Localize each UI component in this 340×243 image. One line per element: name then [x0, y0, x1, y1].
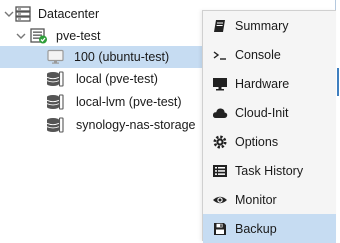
menu-item-backup[interactable]: Backup [203, 214, 336, 243]
tree-item-node[interactable]: pve-test [0, 25, 208, 47]
floppy-disk-icon [212, 221, 228, 237]
panel-edge-marker [337, 68, 339, 96]
menu-label: Summary [235, 18, 289, 33]
tree-label-storage: local-lvm (pve-test) [76, 95, 182, 109]
desktop-icon [212, 76, 228, 92]
node-online-icon [30, 28, 48, 44]
storage-icon [46, 117, 64, 133]
tree-item-storage[interactable]: synology-nas-storage [0, 114, 208, 136]
storage-icon [46, 94, 64, 110]
tree-label-node: pve-test [56, 29, 101, 43]
menu-label: Task History [235, 163, 304, 178]
menu-item-hardware[interactable]: Hardware [203, 69, 336, 98]
tree-label-vm: 100 (ubuntu-test) [74, 50, 170, 64]
tree-item-vm[interactable]: 100 (ubuntu-test) [0, 46, 208, 68]
menu-item-summary[interactable]: Summary [203, 11, 336, 40]
menu-label: Console [235, 47, 281, 62]
resource-tree: Datacenter pve-test 100 (ubuntu-test) lo… [0, 0, 208, 240]
tree-item-storage[interactable]: local (pve-test) [0, 68, 208, 90]
menu-item-monitor[interactable]: Monitor [203, 185, 336, 214]
menu-label: Options [235, 134, 279, 149]
tree-label-storage: synology-nas-storage [76, 118, 196, 132]
menu-label: Monitor [235, 192, 277, 207]
terminal-icon [212, 47, 228, 63]
tree-label-datacenter: Datacenter [38, 7, 100, 21]
menu-label: Cloud-Init [235, 105, 289, 120]
tree-item-storage[interactable]: local-lvm (pve-test) [0, 91, 208, 113]
menu-label: Backup [235, 221, 277, 236]
monitor-icon [47, 49, 65, 65]
collapse-toggle-icon[interactable] [16, 31, 26, 41]
book-icon [212, 18, 228, 34]
vm-nav-menu: Summary Console Hardware Cloud-Init Opti… [202, 10, 336, 243]
collapse-toggle-icon[interactable] [4, 9, 14, 19]
menu-item-console[interactable]: Console [203, 40, 336, 69]
list-icon [212, 163, 228, 179]
menu-label: Hardware [235, 76, 290, 91]
storage-icon [46, 71, 64, 87]
server-stack-icon [14, 6, 32, 22]
cloud-icon [212, 105, 228, 121]
gear-icon [212, 134, 228, 150]
tree-item-datacenter[interactable]: Datacenter [0, 3, 208, 25]
menu-item-cloud-init[interactable]: Cloud-Init [203, 98, 336, 127]
menu-item-task-history[interactable]: Task History [203, 156, 336, 185]
eye-icon [212, 192, 228, 208]
tree-label-storage: local (pve-test) [76, 72, 158, 86]
menu-item-options[interactable]: Options [203, 127, 336, 156]
